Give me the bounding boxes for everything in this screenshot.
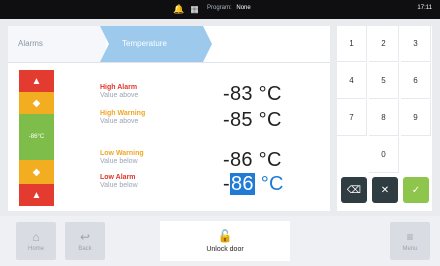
program-value: None bbox=[236, 5, 251, 11]
key-5[interactable]: 5 bbox=[369, 63, 399, 99]
high-warning-subtitle: Value above bbox=[100, 118, 139, 125]
low-warning-segment: ◆ bbox=[19, 160, 54, 184]
low-warning-number: -86 bbox=[223, 149, 253, 171]
low-alarm-unit: °C bbox=[260, 173, 284, 195]
key-6[interactable]: 6 bbox=[401, 63, 431, 99]
low-warning-unit: °C bbox=[258, 149, 282, 171]
clear-button[interactable]: ✕ bbox=[372, 177, 398, 203]
clock: 17:11 bbox=[417, 5, 432, 11]
diamond-icon: ◆ bbox=[32, 97, 41, 109]
screen: 🔔 ▦ Program: None 17:11 Alarms Temperatu… bbox=[0, 0, 440, 266]
high-warning-label: High Warning Value above bbox=[100, 110, 145, 126]
key-1[interactable]: 1 bbox=[337, 26, 367, 62]
program-indicator: Program: None bbox=[207, 5, 251, 11]
key-7[interactable]: 7 bbox=[337, 100, 367, 136]
close-icon: ✕ bbox=[380, 184, 390, 196]
warning-triangle-icon: ▲ bbox=[31, 75, 42, 87]
unlock-icon: 🔓 bbox=[217, 228, 233, 243]
key-4[interactable]: 4 bbox=[337, 63, 367, 99]
low-alarm-segment: ▲ bbox=[19, 184, 54, 206]
low-alarm-value[interactable]: -86 °C bbox=[223, 173, 284, 196]
key-8[interactable]: 8 bbox=[369, 100, 399, 136]
breadcrumb-item-temperature[interactable]: Temperature bbox=[100, 26, 212, 62]
high-alarm-number: -83 bbox=[223, 83, 253, 105]
high-alarm-subtitle: Value above bbox=[100, 92, 139, 99]
numeric-keypad: 1 2 3 4 5 6 7 8 9 0 ⌫ ✕ ✓ bbox=[337, 26, 432, 211]
menu-label: Menu bbox=[402, 245, 418, 252]
back-button[interactable]: ↩ Back bbox=[65, 222, 105, 260]
grid-icon: ▦ bbox=[190, 4, 199, 14]
home-icon: ⌂ bbox=[32, 229, 40, 244]
threshold-color-scale: ▲ ◆ -86°C ◆ ▲ bbox=[19, 70, 54, 206]
home-button[interactable]: ⌂ Home bbox=[16, 222, 56, 260]
breadcrumb-item-alarms[interactable]: Alarms bbox=[8, 26, 106, 62]
diamond-icon: ◆ bbox=[32, 166, 41, 178]
high-warning-title: High Warning bbox=[100, 110, 146, 117]
key-2[interactable]: 2 bbox=[369, 26, 399, 62]
low-warning-value[interactable]: -86 °C bbox=[223, 149, 282, 172]
high-warning-value[interactable]: -85 °C bbox=[223, 109, 282, 132]
status-bar: 🔔 ▦ Program: None 17:11 bbox=[0, 0, 440, 19]
backspace-icon: ⌫ bbox=[346, 184, 362, 196]
menu-button[interactable]: ≡ Menu bbox=[390, 222, 430, 260]
low-warning-label: Low Warning Value below bbox=[100, 150, 144, 166]
low-alarm-prefix: - bbox=[223, 173, 230, 195]
confirm-button[interactable]: ✓ bbox=[403, 177, 429, 203]
low-alarm-number: 86 bbox=[229, 173, 255, 195]
unlock-door-label: Unlock door bbox=[206, 245, 244, 253]
warning-triangle-icon: ▲ bbox=[31, 189, 42, 201]
low-alarm-subtitle: Value below bbox=[100, 182, 138, 189]
high-warning-number: -85 bbox=[223, 109, 253, 131]
high-alarm-label: High Alarm Value above bbox=[100, 84, 138, 100]
back-label: Back bbox=[78, 245, 92, 252]
low-alarm-label: Low Alarm Value below bbox=[100, 174, 138, 190]
high-alarm-title: High Alarm bbox=[100, 84, 138, 91]
key-3[interactable]: 3 bbox=[401, 26, 431, 62]
high-warning-unit: °C bbox=[258, 109, 282, 131]
breadcrumb: Alarms Temperature bbox=[8, 26, 330, 63]
backspace-button[interactable]: ⌫ bbox=[341, 177, 367, 203]
low-warning-title: Low Warning bbox=[100, 150, 144, 157]
key-0[interactable]: 0 bbox=[369, 137, 399, 173]
high-alarm-value[interactable]: -83 °C bbox=[223, 83, 282, 106]
high-alarm-unit: °C bbox=[258, 83, 282, 105]
low-warning-subtitle: Value below bbox=[100, 158, 138, 165]
back-arrow-icon: ↩ bbox=[79, 229, 91, 244]
bottom-bar: ⌂ Home ↩ Back 🔓 Unlock door ≡ Menu bbox=[0, 216, 440, 266]
key-9[interactable]: 9 bbox=[401, 100, 431, 136]
home-label: Home bbox=[27, 245, 44, 252]
unlock-door-button[interactable]: 🔓 Unlock door bbox=[160, 221, 290, 261]
high-alarm-segment: ▲ bbox=[19, 70, 54, 92]
high-warning-segment: ◆ bbox=[19, 92, 54, 114]
main-panel: Alarms Temperature ▲ ◆ -86°C ◆ ▲ High Al… bbox=[8, 26, 330, 211]
low-alarm-title: Low Alarm bbox=[100, 174, 136, 181]
current-temperature: -86°C bbox=[28, 134, 45, 140]
check-icon: ✓ bbox=[411, 184, 421, 196]
menu-icon: ≡ bbox=[406, 229, 414, 244]
current-temperature-segment: -86°C bbox=[19, 114, 54, 160]
program-label: Program: bbox=[207, 5, 232, 11]
status-icons: 🔔 ▦ bbox=[173, 3, 199, 15]
bell-icon: 🔔 bbox=[173, 4, 185, 14]
